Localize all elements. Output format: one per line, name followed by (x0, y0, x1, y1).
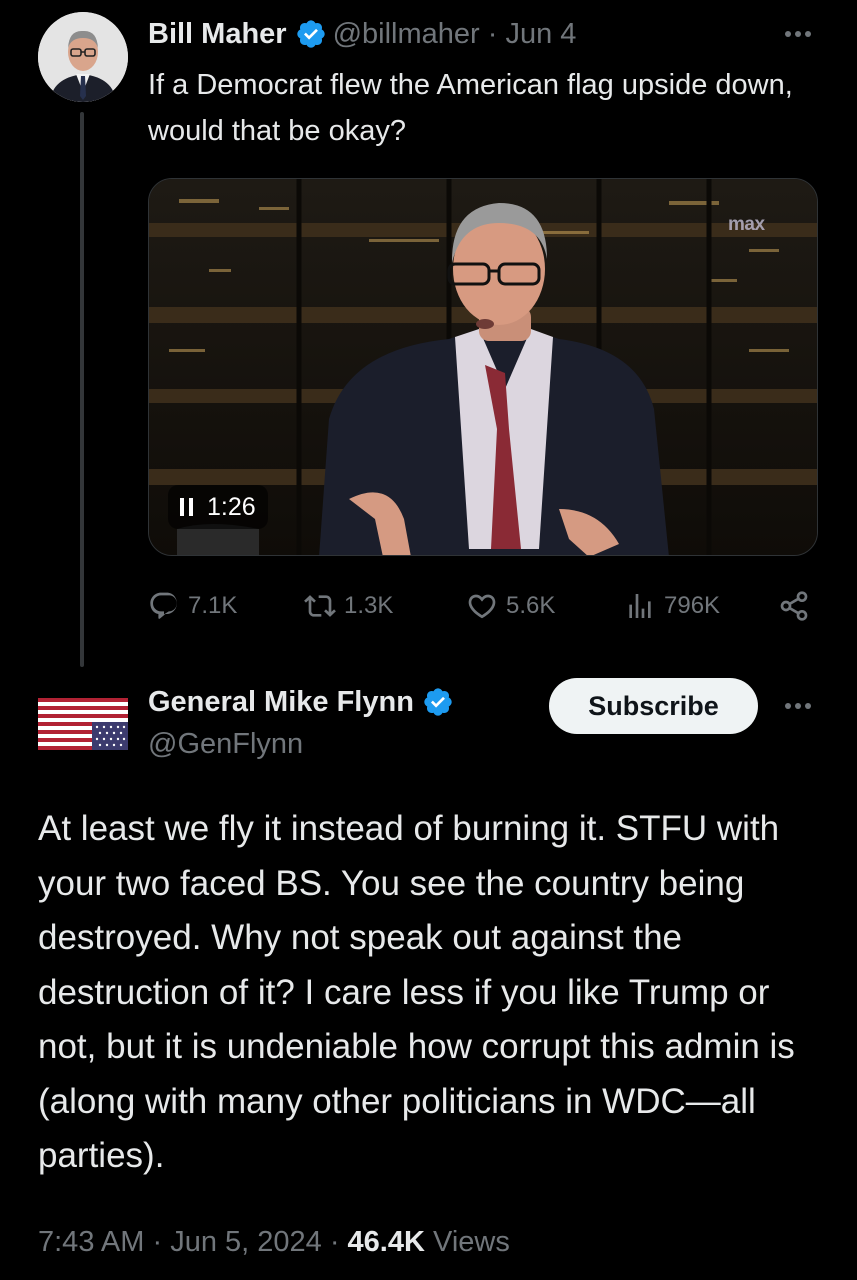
reply-button[interactable]: 7.1K (148, 586, 237, 626)
tweet-header: General Mike Flynn (148, 682, 454, 722)
separator (425, 1226, 433, 1259)
share-button[interactable] (778, 586, 810, 626)
views-label: Views (433, 1225, 510, 1258)
subscribe-button[interactable]: Subscribe (549, 678, 758, 734)
tweet-text: At least we fly it instead of burning it… (38, 809, 795, 1175)
separator: · (321, 1225, 348, 1258)
video-time: 1:26 (207, 492, 256, 521)
more-options-icon[interactable] (780, 694, 816, 718)
share-icon (780, 591, 808, 621)
video-timer[interactable]: 1:26 (168, 485, 268, 529)
views-chart-icon (629, 594, 651, 618)
author-handle[interactable]: @GenFlynn (148, 728, 303, 761)
repost-button[interactable]: 1.3K (304, 586, 393, 626)
reply-icon (150, 592, 177, 619)
author-name[interactable]: General Mike Flynn (148, 686, 414, 719)
author-name[interactable]: Bill Maher (148, 18, 287, 51)
tweet-text: If a Democrat flew the American flag ups… (148, 69, 793, 147)
tweet-meta: 7:43 AM · Jun 5, 2024 · 46.4K Views (38, 1222, 510, 1262)
author-handle-date[interactable]: @billmaher · Jun 4 (333, 18, 577, 51)
more-options-icon[interactable] (780, 22, 816, 46)
tweet-header: Bill Maher @billmaher · Jun 4 (148, 16, 576, 52)
reply-count: 7.1K (188, 592, 238, 619)
tweet-actions: 7.1K 1.3K 5.6K 796K (148, 586, 818, 626)
avatar[interactable] (38, 12, 128, 102)
repost-icon (304, 595, 336, 617)
repost-count: 1.3K (344, 592, 394, 619)
verified-badge-icon[interactable] (295, 18, 327, 50)
pause-icon[interactable] (180, 498, 193, 516)
tweet-date[interactable]: Jun 5, 2024 (170, 1226, 322, 1259)
upside-down-flag-avatar[interactable] (38, 698, 128, 750)
thread-connector-line (80, 112, 84, 667)
like-count: 5.6K (506, 592, 556, 619)
views-count[interactable]: 46.4K (348, 1226, 425, 1259)
heart-icon (468, 594, 496, 619)
like-button[interactable]: 5.6K (466, 586, 555, 626)
verified-badge-icon[interactable] (422, 686, 454, 718)
views-button[interactable]: 796K (624, 586, 720, 626)
separator: · (144, 1225, 171, 1258)
tweet-time[interactable]: 7:43 AM (38, 1226, 144, 1259)
max-logo: max (728, 214, 765, 235)
views-count: 796K (664, 592, 721, 619)
